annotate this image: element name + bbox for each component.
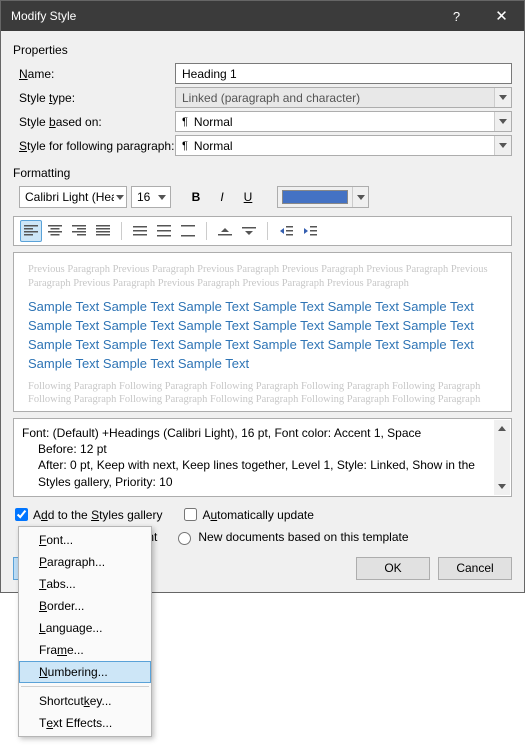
cancel-button[interactable]: Cancel [438,557,512,580]
align-left-button[interactable] [20,220,42,242]
space-before-decrease-button[interactable] [238,220,260,242]
font-color-select[interactable] [277,186,369,208]
decrease-indent-button[interactable] [275,220,297,242]
dropdown-arrow-icon[interactable] [352,187,368,207]
add-to-gallery-label: Add to the Styles gallery [33,508,162,522]
style-description: Font: (Default) +Headings (Calibri Light… [13,418,512,497]
menu-tabs[interactable]: Tabs... [19,573,151,595]
dialog-title: Modify Style [11,9,434,23]
preview-following-text: Following Paragraph Following Paragraph … [28,380,497,407]
menu-shortcut-key[interactable]: Shortcut key... [19,690,151,712]
preview-pane: Previous Paragraph Previous Paragraph Pr… [13,252,512,412]
scroll-down-icon[interactable] [498,479,506,495]
name-label: Name: [13,67,175,81]
formatting-section-label: Formatting [13,166,512,180]
increase-indent-button[interactable] [299,220,321,242]
dropdown-arrow-icon[interactable] [114,187,126,207]
menu-font[interactable]: Font... [19,529,151,551]
name-input[interactable] [175,63,512,84]
bold-button[interactable]: B [185,186,207,208]
menu-frame[interactable]: Frame... [19,639,151,661]
style-type-label: Style type: [13,91,175,105]
based-on-label: Style based on: [13,115,175,129]
preview-previous-text: Previous Paragraph Previous Paragraph Pr… [28,263,497,290]
paragraph-toolbar [13,216,512,246]
paragraph-icon: ¶ [182,116,188,128]
align-right-button[interactable] [68,220,90,242]
paragraph-icon: ¶ [182,140,188,152]
align-center-button[interactable] [44,220,66,242]
scrollbar[interactable] [494,420,510,495]
spacing-1-button[interactable] [129,220,151,242]
properties-section-label: Properties [13,43,512,57]
separator [121,222,122,240]
format-menu: Font... Paragraph... Tabs... Border... L… [18,526,152,737]
close-button[interactable]: ✕ [479,1,524,31]
following-paragraph-label: Style for following paragraph: [13,139,175,153]
titlebar: Modify Style ? ✕ [1,1,524,31]
preview-sample-text: Sample Text Sample Text Sample Text Samp… [28,298,497,373]
help-button[interactable]: ? [434,1,479,31]
menu-numbering[interactable]: Numbering... [19,661,151,683]
separator [206,222,207,240]
ok-button[interactable]: OK [356,557,430,580]
modify-style-dialog: Modify Style ? ✕ Properties Name: Style … [0,0,525,593]
dropdown-arrow-icon[interactable] [494,136,511,155]
italic-button[interactable]: I [211,186,233,208]
separator [267,222,268,240]
spacing-2-button[interactable] [177,220,199,242]
based-on-select[interactable]: ¶Normal [175,111,512,132]
auto-update-label: Automatically update [202,508,313,522]
menu-border[interactable]: Border... [19,595,151,617]
scroll-up-icon[interactable] [498,420,506,436]
space-before-increase-button[interactable] [214,220,236,242]
spacing-15-button[interactable] [153,220,175,242]
add-to-gallery-checkbox[interactable] [15,508,28,521]
font-family-select[interactable]: Calibri Light (Head [19,186,127,208]
color-swatch [282,190,348,204]
font-size-select[interactable]: 16 [131,186,171,208]
dropdown-arrow-icon[interactable] [155,187,169,207]
menu-separator [21,686,149,687]
underline-button[interactable]: U [237,186,259,208]
dropdown-arrow-icon [494,88,511,107]
style-type-select: Linked (paragraph and character) [175,87,512,108]
menu-text-effects[interactable]: Text Effects... [19,712,151,734]
align-justify-button[interactable] [92,220,114,242]
menu-language[interactable]: Language... [19,617,151,639]
following-paragraph-select[interactable]: ¶Normal [175,135,512,156]
menu-paragraph[interactable]: Paragraph... [19,551,151,573]
new-documents-radio[interactable]: New documents based on this template [173,529,408,545]
auto-update-checkbox[interactable] [184,508,197,521]
dropdown-arrow-icon[interactable] [494,112,511,131]
